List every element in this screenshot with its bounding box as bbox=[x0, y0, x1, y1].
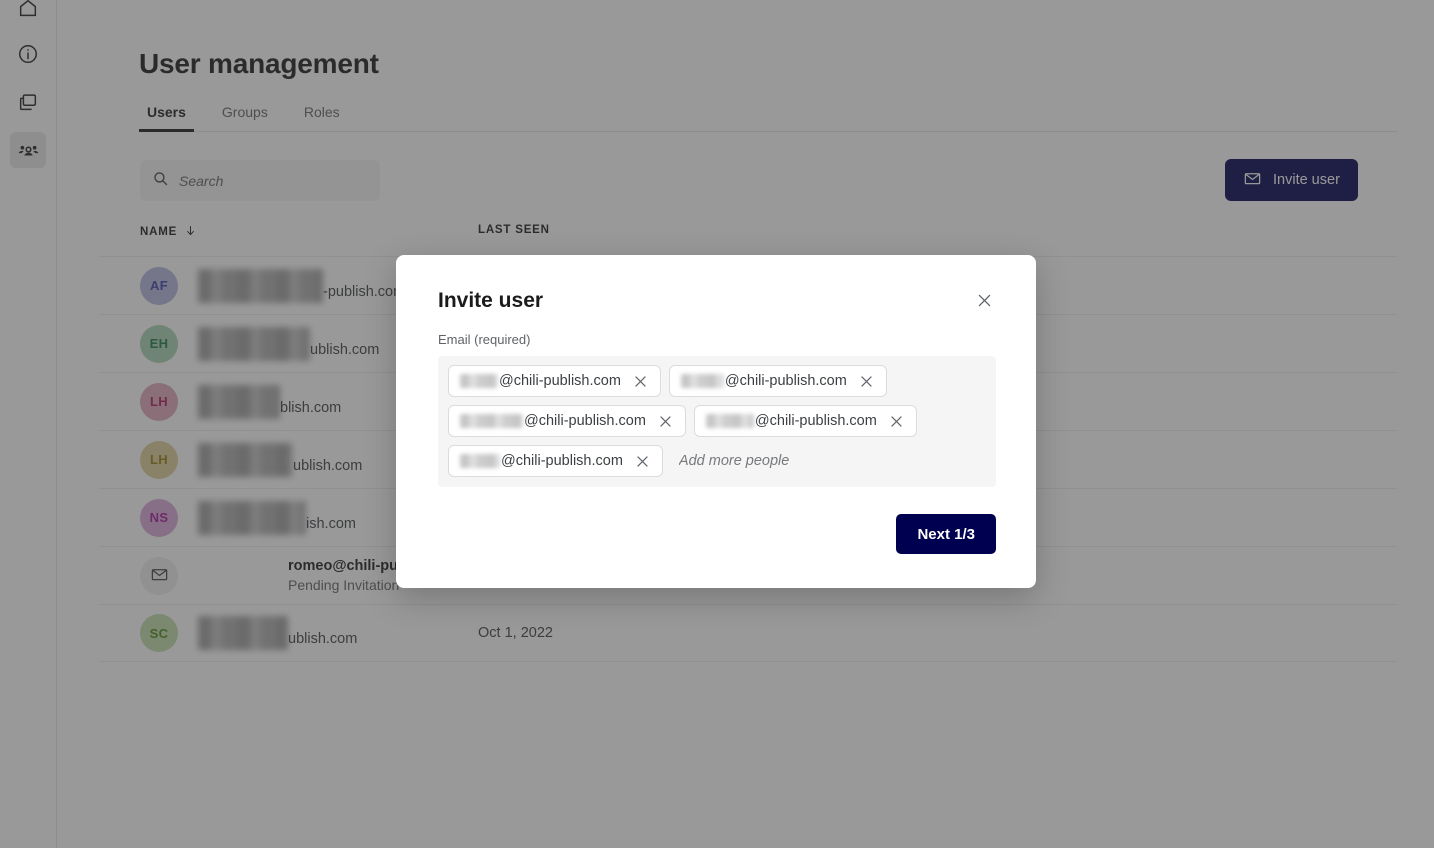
email-chip-domain: @chili-publish.com bbox=[524, 413, 646, 429]
email-chip-label: @chili-publish.com bbox=[460, 453, 623, 469]
redacted-email-local bbox=[680, 374, 724, 388]
email-chip: @chili-publish.com bbox=[693, 405, 917, 437]
email-chip-domain: @chili-publish.com bbox=[724, 373, 847, 389]
add-more-people-input[interactable] bbox=[670, 445, 986, 477]
email-chip-label: @chili-publish.com bbox=[680, 373, 847, 389]
close-icon bbox=[657, 415, 674, 433]
email-chip: @chili-publish.com bbox=[448, 405, 686, 437]
close-icon bbox=[858, 375, 875, 393]
email-chip-label: @chili-publish.com bbox=[460, 373, 621, 389]
redacted-email-local bbox=[705, 414, 754, 428]
remove-email-chip-button[interactable] bbox=[632, 451, 653, 472]
remove-email-chip-button[interactable] bbox=[886, 411, 907, 432]
redacted-email-local bbox=[460, 454, 500, 468]
email-chip-domain: @chili-publish.com bbox=[501, 453, 623, 469]
close-icon bbox=[632, 375, 649, 393]
dialog-title: Invite user bbox=[438, 289, 544, 312]
close-dialog-button[interactable] bbox=[973, 289, 996, 312]
app-root: User management Users Groups Roles Invit… bbox=[0, 0, 1434, 848]
dialog-actions: Next 1/3 bbox=[438, 514, 996, 554]
email-field-label: Email (required) bbox=[438, 332, 531, 347]
remove-email-chip-button[interactable] bbox=[856, 371, 877, 392]
email-chip: @chili-publish.com bbox=[448, 365, 661, 397]
email-chip-label: @chili-publish.com bbox=[705, 413, 877, 429]
dialog-header: Invite user bbox=[438, 289, 996, 313]
remove-email-chip-button[interactable] bbox=[655, 411, 676, 432]
redacted-email-local bbox=[460, 414, 523, 428]
remove-email-chip-button[interactable] bbox=[630, 371, 651, 392]
email-chip-domain: @chili-publish.com bbox=[754, 413, 877, 429]
next-step-button[interactable]: Next 1/3 bbox=[896, 514, 996, 554]
close-icon bbox=[634, 455, 651, 473]
invite-user-dialog: Invite user Email (required) @chili-publ… bbox=[396, 255, 1036, 588]
close-icon bbox=[975, 294, 994, 313]
redacted-email-local bbox=[460, 374, 498, 388]
email-chip: @chili-publish.com bbox=[668, 365, 887, 397]
email-chip-label: @chili-publish.com bbox=[460, 413, 646, 429]
email-chip-domain: @chili-publish.com bbox=[499, 373, 621, 389]
email-chip: @chili-publish.com bbox=[448, 445, 663, 477]
close-icon bbox=[888, 415, 905, 433]
email-chips-field[interactable]: @chili-publish.com @chili-publish.com @chi… bbox=[438, 356, 996, 487]
